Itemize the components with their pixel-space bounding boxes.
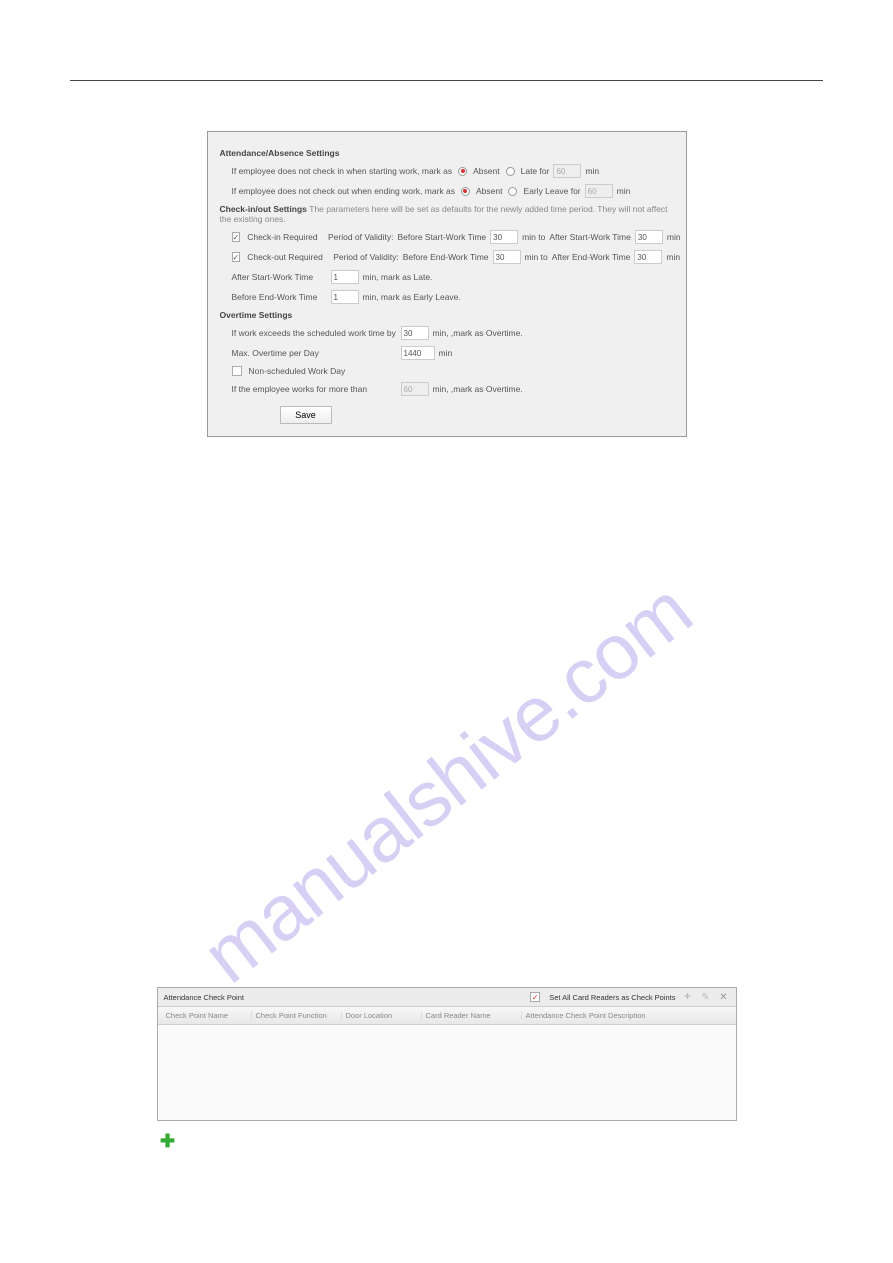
check-point-columns: Check Point Name Check Point Function Do… (158, 1007, 736, 1025)
validity-label-2: Period of Validity: (333, 252, 399, 262)
late-for-label: Late for (521, 166, 550, 176)
check-point-header: Attendance Check Point ✓ Set All Card Re… (158, 988, 736, 1007)
col-check-point-function[interactable]: Check Point Function (252, 1011, 342, 1020)
absent-label-2: Absent (476, 186, 502, 196)
before-end-input[interactable] (493, 250, 521, 264)
check-point-panel: Attendance Check Point ✓ Set All Card Re… (157, 987, 737, 1121)
absent-radio-2[interactable] (461, 187, 470, 196)
min-label-3: min (667, 232, 681, 242)
checkout-required-checkbox[interactable]: ✓ (232, 252, 241, 262)
no-checkin-row: If employee does not check in when start… (232, 164, 674, 178)
checkin-required-row: ✓ Check-in Required Period of Validity: … (232, 230, 674, 244)
before-start-input[interactable] (490, 230, 518, 244)
after-end-input[interactable] (634, 250, 662, 264)
ot-exceed-tail: min, ,mark as Overtime. (433, 328, 523, 338)
max-ot-row: Max. Overtime per Day min (232, 346, 674, 360)
ot-exceed-label: If work exceeds the scheduled work time … (232, 328, 397, 338)
col-card-reader-name[interactable]: Card Reader Name (422, 1011, 522, 1020)
late-mark-label: After Start-Work Time (232, 272, 327, 282)
validity-label: Period of Validity: (328, 232, 394, 242)
no-checkout-label: If employee does not check out when endi… (232, 186, 455, 196)
min-to-label-2: min to (525, 252, 548, 262)
min-label-4: min (666, 252, 680, 262)
delete-icon[interactable]: ✕ (718, 991, 730, 1003)
nonsched-ot-input (401, 382, 429, 396)
overtime-title: Overtime Settings (220, 310, 674, 320)
checkin-required-label: Check-in Required (247, 232, 317, 242)
absent-label: Absent (473, 166, 499, 176)
set-all-readers-checkbox[interactable]: ✓ (530, 992, 540, 1002)
early-leave-mark-row: Before End-Work Time min, mark as Early … (232, 290, 674, 304)
no-checkin-label: If employee does not check in when start… (232, 166, 453, 176)
late-mark-input[interactable] (331, 270, 359, 284)
before-end-label: Before End-Work Time (403, 252, 489, 262)
save-button[interactable]: Save (280, 406, 332, 424)
add-icon[interactable]: + (682, 991, 694, 1003)
max-ot-input[interactable] (401, 346, 435, 360)
set-all-readers-label: Set All Card Readers as Check Points (549, 993, 675, 1002)
nonsched-ot-tail: min, ,mark as Overtime. (433, 384, 523, 394)
after-start-input[interactable] (635, 230, 663, 244)
early-leave-mark-input[interactable] (331, 290, 359, 304)
max-ot-tail: min (439, 348, 453, 358)
checkin-required-checkbox[interactable]: ✓ (232, 232, 241, 242)
plus-icon: ✚ (160, 1131, 823, 1152)
min-to-label: min to (522, 232, 545, 242)
nonsched-label: Non-scheduled Work Day (249, 366, 346, 376)
early-leave-mark-tail: min, mark as Early Leave. (363, 292, 461, 302)
edit-icon[interactable]: ✎ (700, 991, 712, 1003)
after-start-label: After Start-Work Time (549, 232, 631, 242)
late-mark-tail: min, mark as Late. (363, 272, 433, 282)
max-ot-label: Max. Overtime per Day (232, 348, 397, 358)
checkout-required-row: ✓ Check-out Required Period of Validity:… (232, 250, 674, 264)
nonsched-ot-label: If the employee works for more than (232, 384, 397, 394)
settings-panel: Attendance/Absence Settings If employee … (207, 131, 687, 437)
early-leave-input (585, 184, 613, 198)
after-end-label: After End-Work Time (552, 252, 631, 262)
checkinout-title: Check-in/out Settings The parameters her… (220, 204, 674, 224)
col-door-location[interactable]: Door Location (342, 1011, 422, 1020)
checkout-required-label: Check-out Required (247, 252, 323, 262)
check-point-title: Attendance Check Point (164, 993, 244, 1002)
ot-exceed-input[interactable] (401, 326, 429, 340)
late-mark-row: After Start-Work Time min, mark as Late. (232, 270, 674, 284)
nonsched-checkbox[interactable]: ✓ (232, 366, 242, 376)
min-label-2: min (617, 186, 631, 196)
ot-exceed-row: If work exceeds the scheduled work time … (232, 326, 674, 340)
late-for-radio[interactable] (506, 167, 515, 176)
col-check-point-name[interactable]: Check Point Name (162, 1011, 252, 1020)
early-leave-radio[interactable] (508, 187, 517, 196)
nonsched-row: ✓ Non-scheduled Work Day (232, 366, 674, 376)
late-for-input (553, 164, 581, 178)
col-description[interactable]: Attendance Check Point Description (522, 1011, 732, 1020)
no-checkout-row: If employee does not check out when endi… (232, 184, 674, 198)
absent-radio[interactable] (458, 167, 467, 176)
early-leave-label: Early Leave for (523, 186, 580, 196)
before-start-label: Before Start-Work Time (398, 232, 487, 242)
min-label: min (585, 166, 599, 176)
early-leave-mark-label: Before End-Work Time (232, 292, 327, 302)
check-point-list (158, 1025, 736, 1120)
attendance-absence-title: Attendance/Absence Settings (220, 148, 674, 158)
nonsched-ot-row: If the employee works for more than min,… (232, 382, 674, 396)
